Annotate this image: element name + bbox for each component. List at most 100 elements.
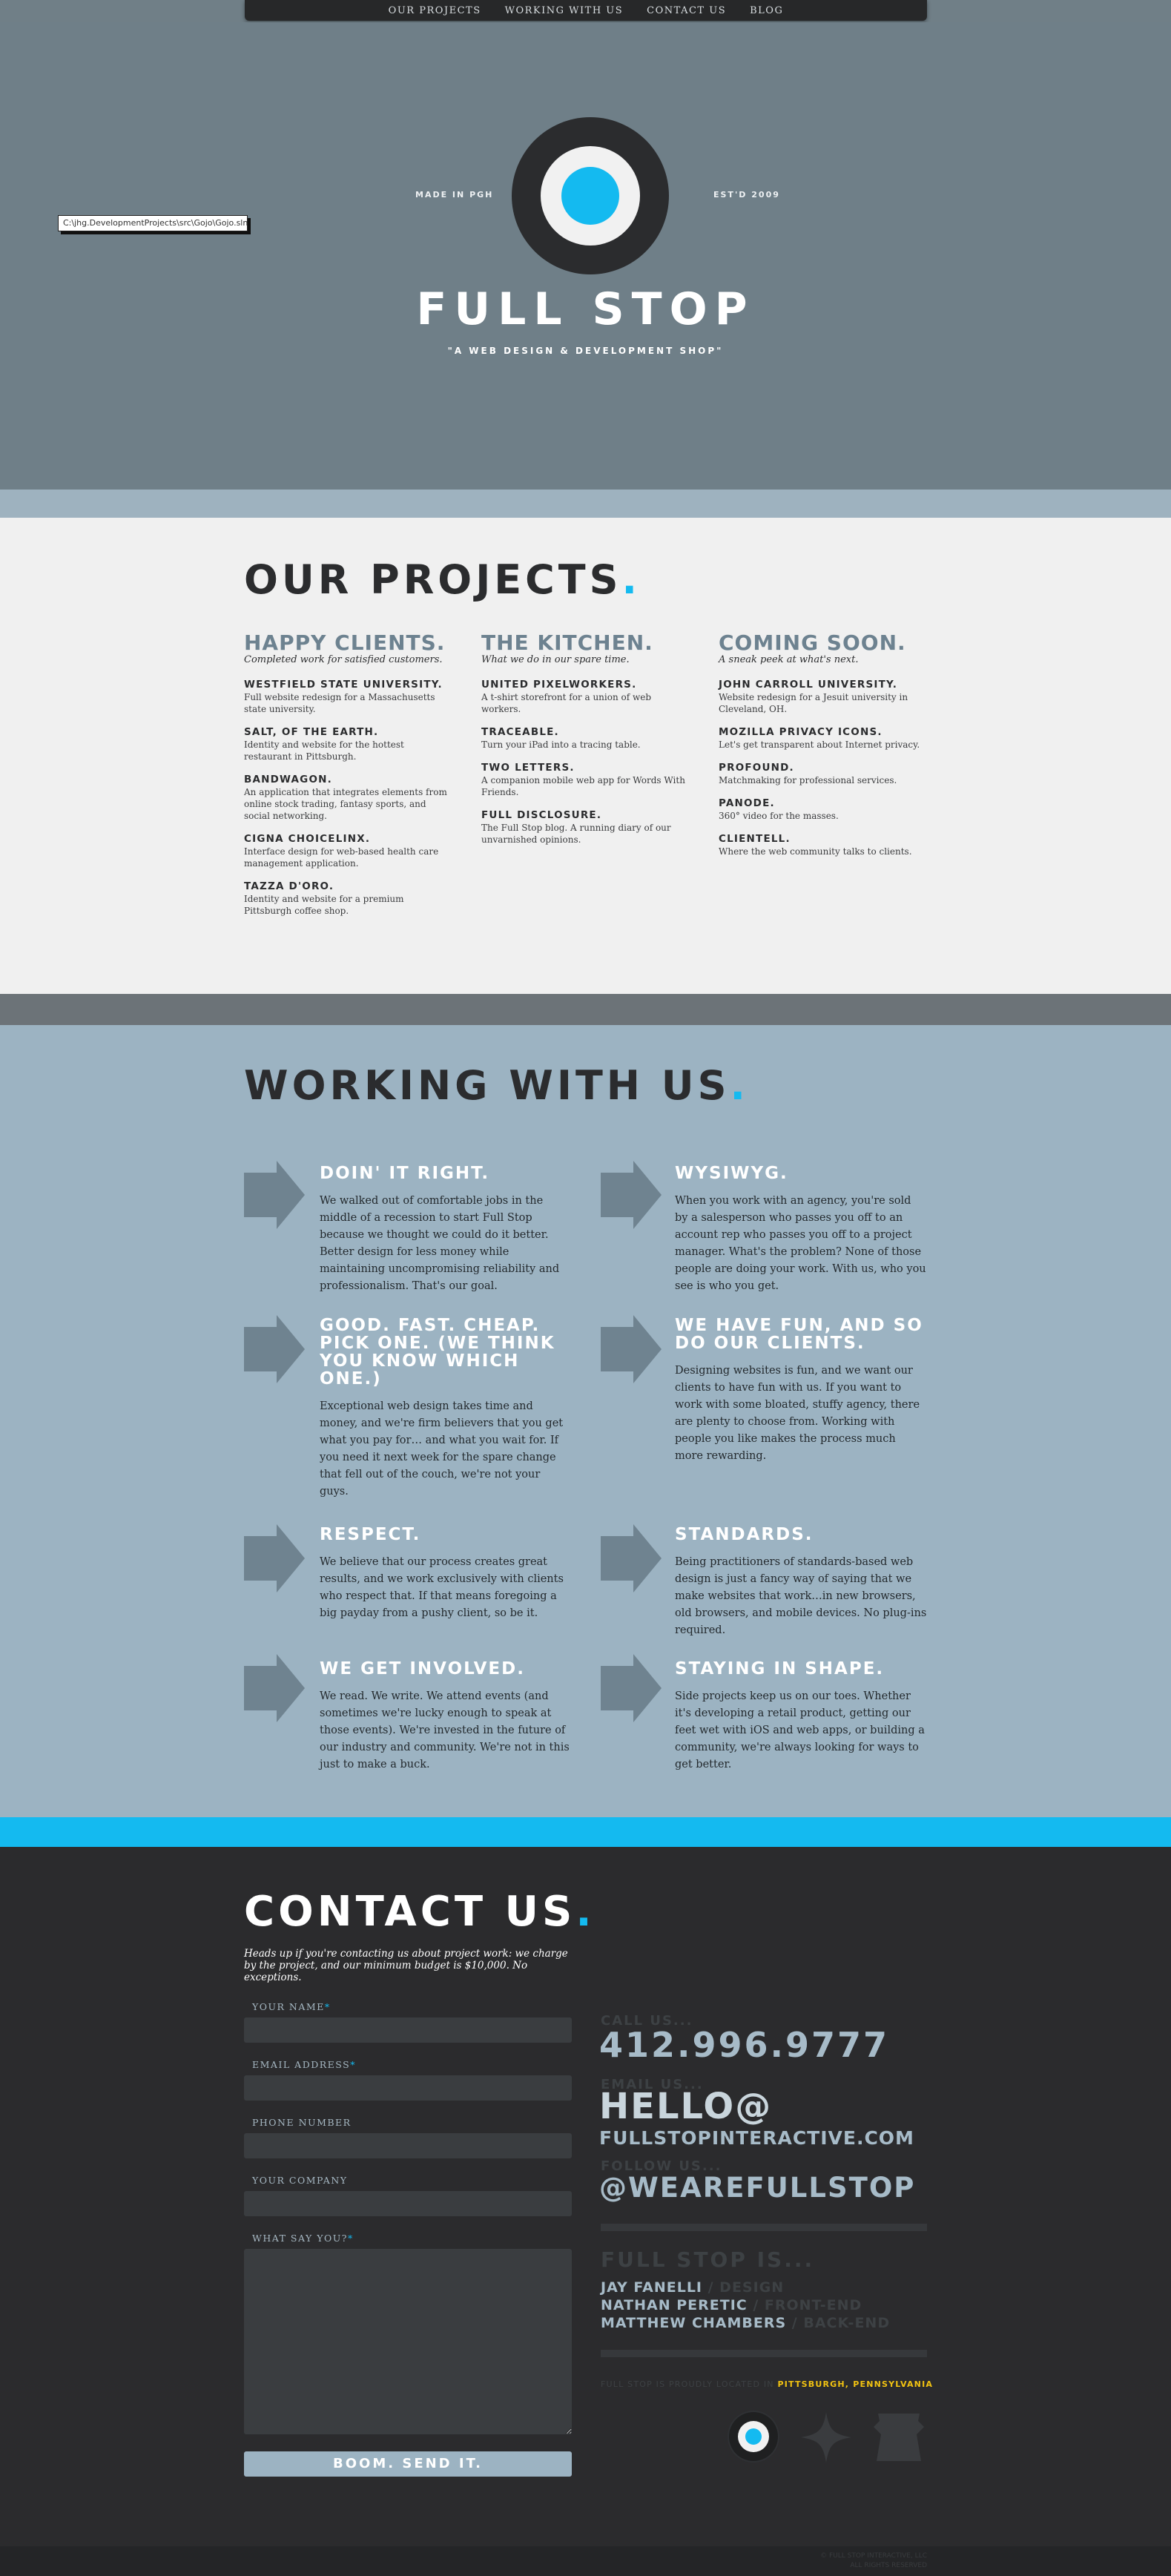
made-in-pgh-label: MADE IN PGH — [415, 190, 494, 200]
established-label: EST'D 2009 — [713, 190, 780, 200]
team-member: MATTHEW CHAMBERS / BACK-END — [601, 2315, 891, 2331]
project-item[interactable]: TRACEABLE. Turn your iPad into a tracing … — [481, 726, 689, 751]
working-item: WYSIWYG. When you work with an agency, y… — [675, 1165, 927, 1295]
message-field[interactable] — [244, 2249, 572, 2434]
team-member-name: NATHAN PERETIC — [601, 2297, 748, 2313]
project-item[interactable]: PANODE. 360° video for the masses. — [719, 797, 926, 822]
contact-divider — [601, 2224, 927, 2231]
working-item-heading: WE GET INVOLVED. — [320, 1659, 525, 1679]
path-tooltip: C:\jhg.DevelopmentProjects\src\Gojo\Gojo… — [58, 215, 248, 231]
project-column-happy-clients: HAPPY CLIENTS. Completed work for satisf… — [244, 632, 452, 928]
full-stop-logo-small — [729, 2412, 778, 2461]
name-label: YOUR NAME* — [252, 2001, 331, 2012]
arrow-icon — [244, 1161, 305, 1229]
working-item-heading: STAYING IN SHAPE. — [675, 1659, 885, 1679]
phone-field[interactable] — [244, 2133, 572, 2158]
twitter-handle[interactable]: @WEAREFULLSTOP — [599, 2172, 915, 2204]
project-name[interactable]: UNITED PIXELWORKERS. — [481, 679, 689, 691]
arrow-icon — [601, 1654, 662, 1722]
working-item-text: We walked out of comfortable jobs in the… — [320, 1195, 560, 1292]
working-item-heading: RESPECT. — [320, 1525, 421, 1544]
working-item: RESPECT. We believe that our process cre… — [320, 1526, 572, 1622]
phone-number[interactable]: 412.996.9777 — [599, 2025, 889, 2065]
project-name[interactable]: CIGNA CHOICELINX. — [244, 833, 452, 846]
project-item[interactable]: TAZZA D'ORO. Identity and website for a p… — [244, 880, 452, 917]
name-label-text: YOUR NAME — [252, 2001, 325, 2012]
working-divider — [0, 1817, 1171, 1847]
working-item: DOIN' IT RIGHT. We walked out of comfort… — [320, 1165, 572, 1295]
project-item[interactable]: WESTFIELD STATE UNIVERSITY. Full website … — [244, 679, 452, 715]
title-dot: . — [621, 556, 641, 603]
project-name[interactable]: MOZILLA PRIVACY ICONS. — [719, 726, 926, 739]
team-member-role: FRONT-END — [764, 2297, 862, 2313]
contact-title: CONTACT US. — [244, 1888, 596, 1936]
contact-section — [0, 1847, 1171, 2546]
email-domain[interactable]: FULLSTOPINTERACTIVE.COM — [599, 2127, 914, 2149]
project-name[interactable]: PANODE. — [719, 797, 926, 810]
working-item: STANDARDS. Being practitioners of standa… — [675, 1526, 927, 1639]
project-item[interactable]: FULL DISCLOSURE. The Full Stop blog. A ru… — [481, 809, 689, 846]
arrow-icon — [244, 1315, 305, 1383]
project-name[interactable]: BANDWAGON. — [244, 774, 452, 786]
working-item-heading: GOOD. FAST. CHEAP. PICK ONE. (WE THINK Y… — [320, 1316, 555, 1389]
project-item[interactable]: CIGNA CHOICELINX. Interface design for we… — [244, 833, 452, 869]
team-member-name: MATTHEW CHAMBERS — [601, 2315, 787, 2331]
nav-working-with-us[interactable]: WORKING WITH US — [505, 5, 624, 16]
project-column-the-kitchen: THE KITCHEN. What we do in our spare tim… — [481, 632, 689, 857]
required-mark: * — [350, 2059, 356, 2070]
site-title: FULL STOP — [416, 283, 755, 335]
project-name[interactable]: TRACEABLE. — [481, 726, 689, 739]
project-item[interactable]: BANDWAGON. An application that integrates… — [244, 774, 452, 822]
project-item[interactable]: MOZILLA PRIVACY ICONS. Let's get transpar… — [719, 726, 926, 751]
email-field[interactable] — [244, 2075, 572, 2101]
working-item-text: Designing websites is fun, and we want o… — [675, 1365, 920, 1462]
city-link[interactable]: PITTSBURGH, PENNSYLVANIA — [777, 2379, 933, 2389]
project-item[interactable]: UNITED PIXELWORKERS. A t-shirt storefront… — [481, 679, 689, 715]
main-nav: OUR PROJECTS WORKING WITH US CONTACT US … — [245, 0, 927, 21]
project-desc: Identity and website for the hottest res… — [244, 739, 404, 762]
team-member-role: BACK-END — [803, 2315, 891, 2331]
full-stop-logo[interactable] — [512, 117, 669, 274]
project-desc: Turn your iPad into a tracing table. — [481, 739, 641, 750]
mini-logo-dot — [745, 2428, 762, 2445]
email-hello[interactable]: HELLO@ — [599, 2086, 772, 2127]
project-desc: An application that integrates elements … — [244, 787, 447, 821]
location-line: FULL STOP IS PROUDLY LOCATED IN PITTSBUR… — [601, 2379, 932, 2389]
working-title-text: WORKING WITH US — [244, 1062, 730, 1109]
projects-title-text: OUR PROJECTS — [244, 556, 622, 603]
working-item: WE HAVE FUN, AND SO DO OUR CLIENTS. Desi… — [675, 1317, 927, 1465]
send-button[interactable]: BOOM. SEND IT. — [244, 2451, 572, 2477]
phone-label: PHONE NUMBER — [252, 2117, 352, 2128]
project-name[interactable]: PROFOUND. — [719, 762, 926, 774]
projects-title: OUR PROJECTS. — [244, 556, 641, 603]
team-member-name: JAY FANELLI — [601, 2279, 702, 2296]
project-name[interactable]: WESTFIELD STATE UNIVERSITY. — [244, 679, 452, 691]
project-desc: A t-shirt storefront for a union of web … — [481, 692, 652, 714]
project-item[interactable]: PROFOUND. Matchmaking for professional se… — [719, 762, 926, 786]
location-text: FULL STOP IS PROUDLY LOCATED IN — [601, 2379, 774, 2389]
working-item-text: We believe that our process creates grea… — [320, 1556, 564, 1619]
company-field[interactable] — [244, 2191, 572, 2216]
project-item[interactable]: SALT, OF THE EARTH. Identity and website … — [244, 726, 452, 762]
project-name[interactable]: TWO LETTERS. — [481, 762, 689, 774]
project-name[interactable]: CLIENTELL. — [719, 833, 926, 846]
project-name[interactable]: TAZZA D'ORO. — [244, 880, 452, 893]
nav-our-projects[interactable]: OUR PROJECTS — [389, 5, 481, 16]
team-divider — [601, 2350, 927, 2357]
column-subtitle: Completed work for satisfied customers. — [244, 654, 443, 665]
project-item[interactable]: CLIENTELL. Where the web community talks … — [719, 833, 926, 857]
project-desc: A companion mobile web app for Words Wit… — [481, 775, 685, 797]
message-label: WHAT SAY YOU?* — [252, 2233, 354, 2244]
project-name[interactable]: SALT, OF THE EARTH. — [244, 726, 452, 739]
keystone-icon — [874, 2414, 924, 2461]
project-item[interactable]: JOHN CARROLL UNIVERSITY. Website redesign… — [719, 679, 926, 715]
logo-dot — [561, 167, 619, 225]
name-field[interactable] — [244, 2017, 572, 2043]
nav-contact-us[interactable]: CONTACT US — [647, 5, 726, 16]
project-item[interactable]: TWO LETTERS. A companion mobile web app f… — [481, 762, 689, 798]
title-dot: . — [575, 1888, 596, 1936]
nav-blog[interactable]: BLOG — [750, 5, 783, 16]
project-desc: Where the web community talks to clients… — [719, 846, 912, 857]
project-name[interactable]: JOHN CARROLL UNIVERSITY. — [719, 679, 926, 691]
project-name[interactable]: FULL DISCLOSURE. — [481, 809, 689, 822]
